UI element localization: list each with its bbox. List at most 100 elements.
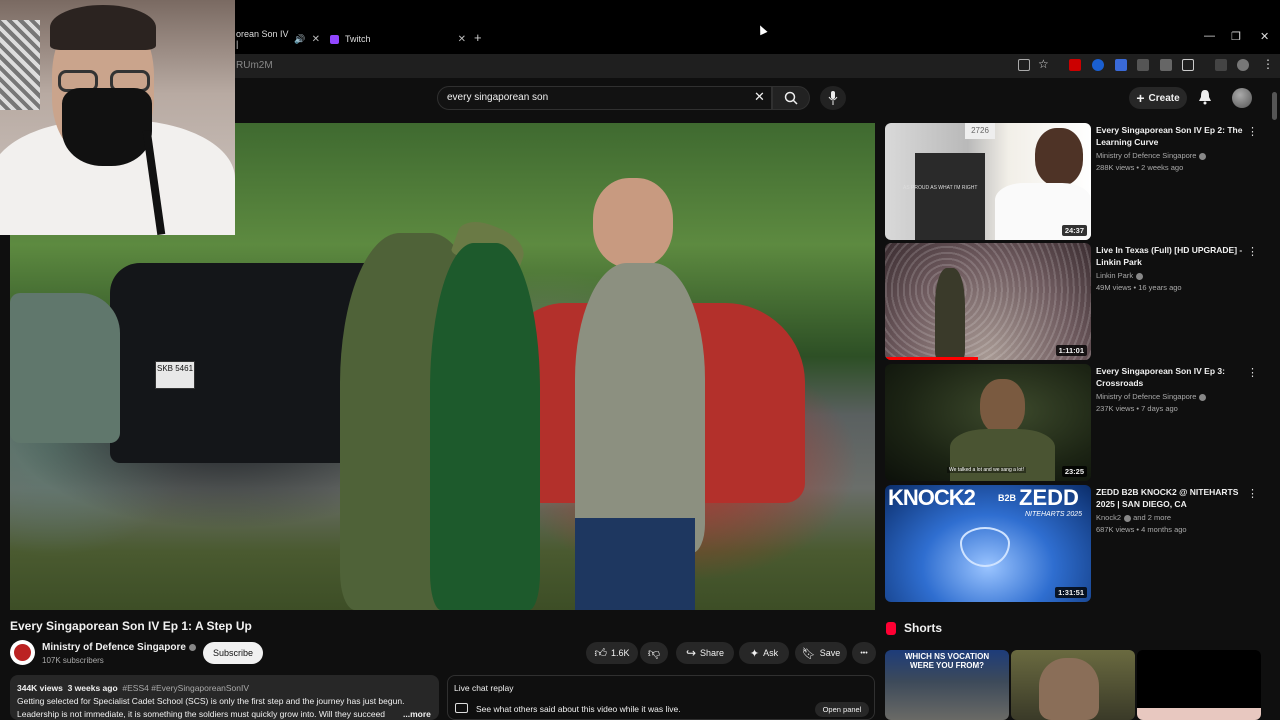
save-button[interactable]: 🔖︎ Save bbox=[795, 642, 847, 664]
grey-shirt-figure bbox=[575, 263, 705, 553]
extension-mail-icon[interactable] bbox=[1069, 59, 1081, 71]
close-icon[interactable]: ✕ bbox=[312, 34, 320, 45]
browser-menu-icon[interactable]: ⋮ bbox=[1262, 57, 1274, 71]
uniform bbox=[950, 429, 1055, 481]
smiling-face bbox=[1035, 128, 1083, 186]
clothes-rack bbox=[915, 153, 985, 240]
star-icon[interactable]: ☆ bbox=[1038, 57, 1049, 71]
duration-badge: 24:37 bbox=[1061, 225, 1087, 236]
show-more-link[interactable]: ...more bbox=[403, 709, 431, 719]
close-icon[interactable]: ✕ bbox=[458, 34, 466, 45]
extension-gray-icon[interactable] bbox=[1160, 59, 1172, 71]
chat-description: See what others said about this video wh… bbox=[476, 704, 681, 714]
extension-wave-icon[interactable] bbox=[1092, 59, 1104, 71]
recommendation-item[interactable]: 1:11:01 Live In Texas (Full) [HD UPGRADE… bbox=[885, 243, 1270, 360]
cast-icon[interactable] bbox=[1018, 59, 1030, 71]
face-mask bbox=[62, 88, 152, 166]
minimize-button[interactable]: — bbox=[1204, 30, 1215, 42]
man-head bbox=[593, 178, 673, 268]
channel-text[interactable]: Knock2 bbox=[1096, 513, 1121, 522]
more-options-icon[interactable]: ⋮ bbox=[1247, 366, 1258, 379]
more-options-icon[interactable]: ⋮ bbox=[1247, 487, 1258, 500]
notifications-button[interactable] bbox=[1198, 89, 1212, 110]
video-thumbnail[interactable]: 1:11:01 bbox=[885, 243, 1091, 360]
shorts-label: Shorts bbox=[904, 621, 943, 635]
short-thumbnail[interactable] bbox=[1011, 650, 1135, 720]
soldier-face bbox=[980, 379, 1025, 434]
more-options-icon[interactable]: ⋮ bbox=[1247, 245, 1258, 258]
restore-button[interactable]: ❐ bbox=[1231, 30, 1241, 43]
thumbnail-caption: AS PROUD AS WHAT I'M RIGHT bbox=[903, 185, 978, 191]
recommendation-item[interactable]: KNOCK2 B2B ZEDD NITEHARTS 2025 1:31:51 Z… bbox=[885, 485, 1270, 602]
more-options-icon[interactable]: ⋮ bbox=[1247, 125, 1258, 138]
search-input-value[interactable]: every singaporean son bbox=[447, 92, 548, 103]
recommendation-title[interactable]: Every Singaporean Son IV Ep 2: The Learn… bbox=[1096, 124, 1256, 148]
page-scrollbar[interactable] bbox=[1272, 92, 1277, 120]
close-window-button[interactable]: ✕ bbox=[1260, 30, 1269, 43]
channel-name[interactable]: Ministry of Defence Singapore bbox=[42, 642, 196, 653]
save-label: Save bbox=[819, 648, 841, 658]
tab-label: orean Son IV | bbox=[236, 29, 289, 49]
channel-text[interactable]: Ministry of Defence Singapore bbox=[1096, 392, 1196, 401]
duration-badge: 23:25 bbox=[1061, 466, 1087, 477]
create-button[interactable]: + Create bbox=[1129, 87, 1187, 109]
tab-youtube[interactable]: orean Son IV | 🔊 ✕ bbox=[236, 28, 320, 50]
recommendation-channel[interactable]: Ministry of Defence Singapore bbox=[1096, 151, 1207, 160]
video-thumbnail[interactable]: We talked a lot and we sang a lot! 23:25 bbox=[885, 364, 1091, 481]
ask-label: Ask bbox=[763, 648, 779, 658]
sparkle-icon: ✦ bbox=[749, 647, 760, 660]
tab-twitch[interactable]: Twitch ✕ bbox=[326, 28, 466, 50]
voice-search-button[interactable] bbox=[820, 86, 846, 110]
verified-icon bbox=[1136, 272, 1144, 280]
short-strip bbox=[1137, 708, 1261, 720]
recommendation-item[interactable]: 2726 AS PROUD AS WHAT I'M RIGHT 24:37 Ev… bbox=[885, 123, 1270, 240]
share-label: Share bbox=[700, 648, 725, 658]
green-car bbox=[10, 293, 120, 443]
knock2-text: KNOCK2 bbox=[888, 485, 976, 510]
subscribe-button[interactable]: Subscribe bbox=[203, 642, 263, 664]
ask-button[interactable]: ✦ Ask bbox=[739, 642, 789, 664]
recommendation-title[interactable]: Live In Texas (Full) [HD UPGRADE] - Link… bbox=[1096, 244, 1256, 268]
short-thumbnail[interactable]: WHICH NS VOCATION WERE YOU FROM? bbox=[885, 650, 1009, 720]
account-avatar[interactable] bbox=[1232, 88, 1252, 108]
media-control-icon[interactable] bbox=[1215, 59, 1227, 71]
like-button[interactable]: 👍︎ 1.6K bbox=[586, 642, 638, 664]
channel-extra: and 2 more bbox=[1133, 513, 1172, 522]
speaker-icon[interactable]: 🔊 bbox=[294, 34, 305, 45]
extension-blue-icon[interactable] bbox=[1115, 59, 1127, 71]
clear-search-icon[interactable]: ✕ bbox=[754, 89, 765, 105]
extensions-puzzle-icon[interactable] bbox=[1182, 59, 1194, 71]
recommendation-channel[interactable]: Ministry of Defence Singapore bbox=[1096, 392, 1207, 401]
short-thumbnail[interactable] bbox=[1137, 650, 1261, 720]
duration-badge: 1:31:51 bbox=[1055, 587, 1087, 598]
dislike-button[interactable]: 👎︎ bbox=[640, 642, 668, 664]
twitch-icon bbox=[330, 34, 339, 44]
recommendation-title[interactable]: Every Singaporean Son IV Ep 3: Crossroad… bbox=[1096, 365, 1256, 389]
recommendation-channel[interactable]: Linkin Park bbox=[1096, 271, 1144, 280]
video-thumbnail[interactable]: KNOCK2 B2B ZEDD NITEHARTS 2025 1:31:51 bbox=[885, 485, 1091, 602]
profile-icon[interactable] bbox=[1237, 59, 1249, 71]
new-tab-button[interactable]: + bbox=[474, 30, 482, 45]
recommendation-title[interactable]: ZEDD B2B KNOCK2 @ NITEHARTS 2025 | SAN D… bbox=[1096, 486, 1256, 510]
channel-text[interactable]: Ministry of Defence Singapore bbox=[1096, 151, 1196, 160]
tab-label: Twitch bbox=[345, 34, 371, 44]
url-text[interactable]: RUm2M bbox=[236, 60, 273, 71]
recommendation-channel[interactable]: Knock2 and 2 more bbox=[1096, 513, 1171, 522]
channel-text[interactable]: Linkin Park bbox=[1096, 271, 1133, 280]
share-button[interactable]: ↪ Share bbox=[676, 642, 734, 664]
description-meta: 344K views 3 weeks ago #ESS4 #EverySinga… bbox=[17, 683, 249, 693]
open-panel-button[interactable]: Open panel bbox=[815, 702, 869, 717]
more-actions-button[interactable]: ••• bbox=[852, 642, 876, 664]
channel-avatar[interactable] bbox=[10, 640, 35, 665]
search-button[interactable] bbox=[772, 86, 810, 110]
hashtags[interactable]: #ESS4 #EverySingaporeanSonIV bbox=[122, 683, 249, 693]
extension-sound-icon[interactable] bbox=[1137, 59, 1149, 71]
heart-logo bbox=[960, 527, 1010, 567]
search-icon bbox=[784, 91, 798, 105]
video-thumbnail[interactable]: 2726 AS PROUD AS WHAT I'M RIGHT 24:37 bbox=[885, 123, 1091, 240]
hair bbox=[50, 5, 156, 50]
recommendation-item[interactable]: We talked a lot and we sang a lot! 23:25… bbox=[885, 364, 1270, 481]
channel-name-text[interactable]: Ministry of Defence Singapore bbox=[42, 642, 186, 653]
upload-age: 3 weeks ago bbox=[67, 683, 118, 693]
short-face bbox=[1039, 658, 1099, 720]
